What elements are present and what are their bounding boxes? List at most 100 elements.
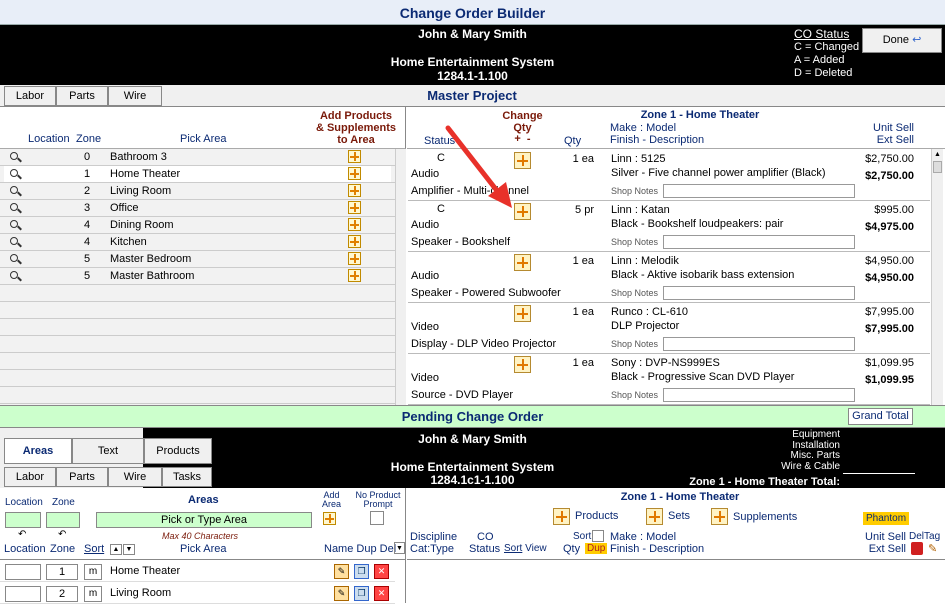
zone-input[interactable]: [46, 512, 80, 528]
col-discipline: Discipline: [410, 531, 458, 543]
change-qty-button[interactable]: [514, 356, 531, 373]
add-supplements-button[interactable]: [711, 508, 728, 528]
shop-notes-input[interactable]: [663, 235, 855, 249]
product-ext-sell: $2,750.00: [865, 170, 914, 182]
shop-notes-input[interactable]: [663, 286, 855, 300]
scroll-thumb[interactable]: [933, 161, 942, 173]
area-row[interactable]: 4 Kitchen: [4, 234, 391, 251]
add-product-to-area-button[interactable]: [348, 252, 361, 265]
pending-location-input[interactable]: [5, 586, 41, 602]
no-product-checkbox[interactable]: [370, 511, 384, 525]
collapse-icon[interactable]: ▼: [394, 542, 405, 555]
tab-labor[interactable]: Labor: [4, 86, 56, 106]
red-arrow-annotation: [445, 125, 512, 208]
pending-location-input[interactable]: [5, 564, 41, 580]
m-button[interactable]: m: [84, 564, 102, 580]
product-row: 1 ea Audio Speaker - Powered Subwoofer Linn…: [408, 252, 930, 303]
add-product-to-area-button[interactable]: [348, 150, 361, 163]
sort-label-2: Sort: [573, 531, 592, 542]
pending-zone-title: Zone 1 - Home Theater: [620, 491, 740, 503]
add-product-to-area-button[interactable]: [348, 218, 361, 231]
product-type: Speaker - Powered Subwoofer: [411, 287, 561, 299]
col-pending-unit-sell: Unit Sell: [865, 531, 906, 543]
add-product-to-area-button[interactable]: [348, 184, 361, 197]
sort-view-link[interactable]: Sort View: [504, 543, 547, 554]
area-name: Master Bedroom: [110, 253, 192, 265]
m-button[interactable]: m: [84, 586, 102, 602]
magnify-icon[interactable]: [10, 237, 21, 248]
sort-label[interactable]: Sort: [504, 543, 522, 554]
pending-zone-input[interactable]: 1: [46, 564, 78, 580]
view-label[interactable]: View: [525, 543, 547, 554]
area-row[interactable]: 5 Master Bathroom: [4, 268, 391, 285]
delete-icon[interactable]: ✕: [374, 564, 389, 579]
change-qty-button[interactable]: [514, 305, 531, 322]
products-scrollbar[interactable]: ▲: [931, 149, 943, 405]
magnify-icon[interactable]: [10, 169, 21, 180]
area-input[interactable]: Pick or Type Area: [96, 512, 312, 528]
tab-areas[interactable]: Areas: [4, 438, 72, 464]
add-products-label-bottom[interactable]: Products: [575, 510, 618, 522]
area-row[interactable]: 2 Living Room: [4, 183, 391, 200]
tag-pencil-icon[interactable]: ✎: [928, 542, 937, 555]
area-row[interactable]: 5 Master Bedroom: [4, 251, 391, 268]
sort-checkbox[interactable]: [592, 530, 604, 543]
phantom-badge[interactable]: Phantom: [863, 512, 910, 525]
grand-total-button[interactable]: Grand Total: [848, 408, 913, 425]
change-qty-button[interactable]: [514, 254, 531, 271]
tab-labor-pending[interactable]: Labor: [4, 467, 56, 487]
add-sets-button[interactable]: [646, 508, 663, 528]
add-products-button[interactable]: [553, 508, 570, 528]
add-product-to-area-button[interactable]: [348, 167, 361, 180]
done-button[interactable]: Done ↩: [862, 28, 942, 53]
pending-zone-input[interactable]: 2: [46, 586, 78, 602]
magnify-icon[interactable]: [10, 220, 21, 231]
duplicate-icon[interactable]: ❐: [354, 586, 369, 601]
tab-parts[interactable]: Parts: [56, 86, 108, 106]
shop-notes-input[interactable]: [663, 388, 855, 402]
duplicate-icon[interactable]: ❐: [354, 564, 369, 579]
tab-text[interactable]: Text: [72, 438, 144, 464]
area-row[interactable]: 1 Home Theater: [4, 166, 391, 183]
shop-notes-input[interactable]: [663, 184, 855, 198]
area-row[interactable]: 3 Office: [4, 200, 391, 217]
add-product-to-area-button[interactable]: [348, 269, 361, 282]
pending-area-row[interactable]: 2 m Living Room ✎ ❐ ✕: [0, 584, 395, 604]
col-zone: Zone: [76, 133, 102, 145]
add-product-to-area-button[interactable]: [348, 235, 361, 248]
magnify-icon[interactable]: [10, 254, 21, 265]
tab-tasks-pending[interactable]: Tasks: [162, 467, 212, 487]
area-row[interactable]: 4 Dining Room: [4, 217, 391, 234]
sort-link[interactable]: Sort: [84, 543, 104, 555]
shop-notes-label: Shop Notes: [611, 288, 659, 298]
area-name: Bathroom 3: [110, 151, 167, 163]
scroll-up-icon[interactable]: ▲: [932, 149, 943, 160]
rename-icon[interactable]: ✎: [334, 586, 349, 601]
shop-notes-input[interactable]: [663, 337, 855, 351]
rename-icon[interactable]: ✎: [334, 564, 349, 579]
location-input[interactable]: [5, 512, 41, 528]
magnify-icon[interactable]: [10, 271, 21, 282]
areas-scrollbar[interactable]: [395, 149, 406, 405]
delete-all-icon[interactable]: [911, 542, 923, 555]
add-area-button[interactable]: [323, 512, 336, 525]
area-name: Kitchen: [110, 236, 147, 248]
tab-parts-pending[interactable]: Parts: [56, 467, 108, 487]
dup-badge[interactable]: Dup: [585, 543, 608, 554]
magnify-icon[interactable]: [10, 152, 21, 163]
tab-products[interactable]: Products: [144, 438, 212, 464]
tab-wire[interactable]: Wire: [108, 86, 162, 106]
add-product-to-area-button[interactable]: [348, 201, 361, 214]
product-description: Black - Bookshelf loudpeakers: pair: [611, 218, 784, 230]
add-supplements-label[interactable]: Supplements: [733, 511, 797, 523]
magnify-icon[interactable]: [10, 186, 21, 197]
pending-area-row[interactable]: 1 m Home Theater ✎ ❐ ✕: [0, 562, 395, 582]
magnify-icon[interactable]: [10, 203, 21, 214]
sort-up-icon[interactable]: ▲: [110, 543, 122, 555]
area-row[interactable]: 0 Bathroom 3: [4, 149, 391, 166]
add-sets-label[interactable]: Sets: [668, 510, 690, 522]
col-make-model: Make : Model: [610, 122, 677, 134]
sort-down-icon[interactable]: ▼: [123, 543, 135, 555]
tab-wire-pending[interactable]: Wire: [108, 467, 162, 487]
delete-icon[interactable]: ✕: [374, 586, 389, 601]
